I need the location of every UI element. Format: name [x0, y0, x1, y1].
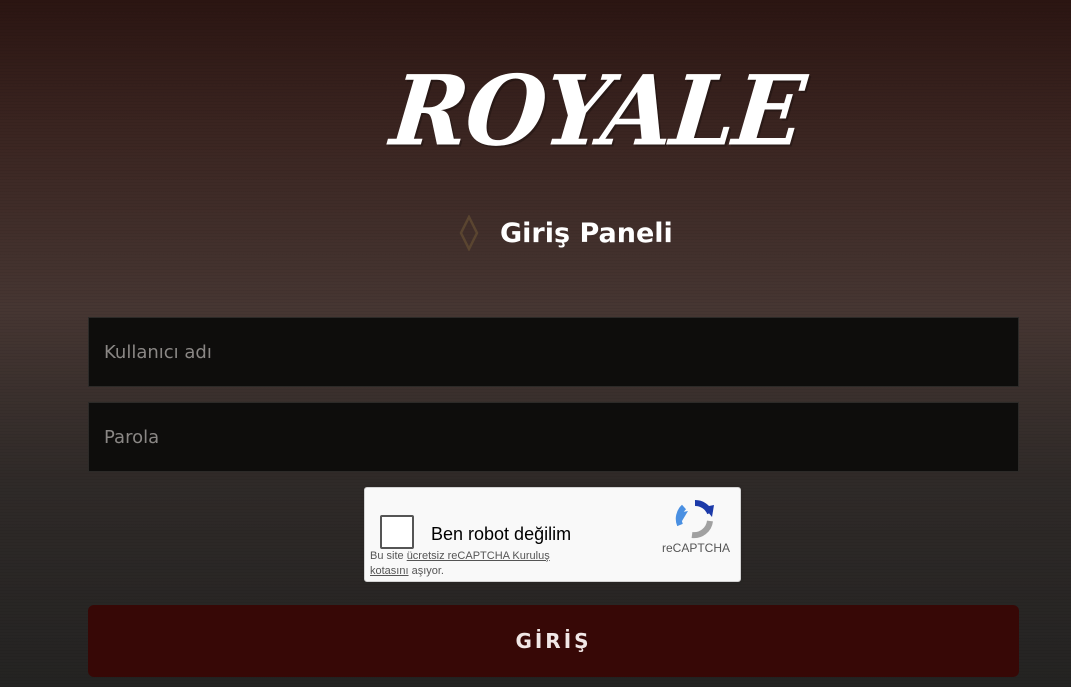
- recaptcha-note-prefix: Bu site: [370, 550, 407, 562]
- password-field: [88, 402, 1019, 472]
- recaptcha-label: Ben robot değilim: [431, 524, 572, 544]
- recaptcha-widget: Ben robot değilim reCAPTCHA Bu site ücre…: [364, 487, 741, 582]
- panel-heading: Giriş Paneli: [458, 212, 673, 254]
- recaptcha-checkbox[interactable]: [380, 515, 414, 549]
- recaptcha-brand: reCAPTCHA: [661, 541, 730, 555]
- diamond-icon: [458, 215, 480, 251]
- username-field: [88, 317, 1019, 387]
- password-input[interactable]: [89, 403, 1018, 471]
- recaptcha-quota-note: Bu site ücretsiz reCAPTCHA Kuruluş kotas…: [370, 549, 580, 579]
- login-button[interactable]: GİRİŞ: [88, 605, 1019, 677]
- recaptcha-logo-icon: [670, 497, 720, 541]
- royale-logo: ROYALE: [386, 54, 809, 167]
- page-title: Giriş Paneli: [500, 217, 673, 249]
- username-input[interactable]: [89, 318, 1018, 386]
- recaptcha-note-suffix: aşıyor.: [408, 565, 444, 577]
- logo-text: ROYALE: [386, 54, 809, 168]
